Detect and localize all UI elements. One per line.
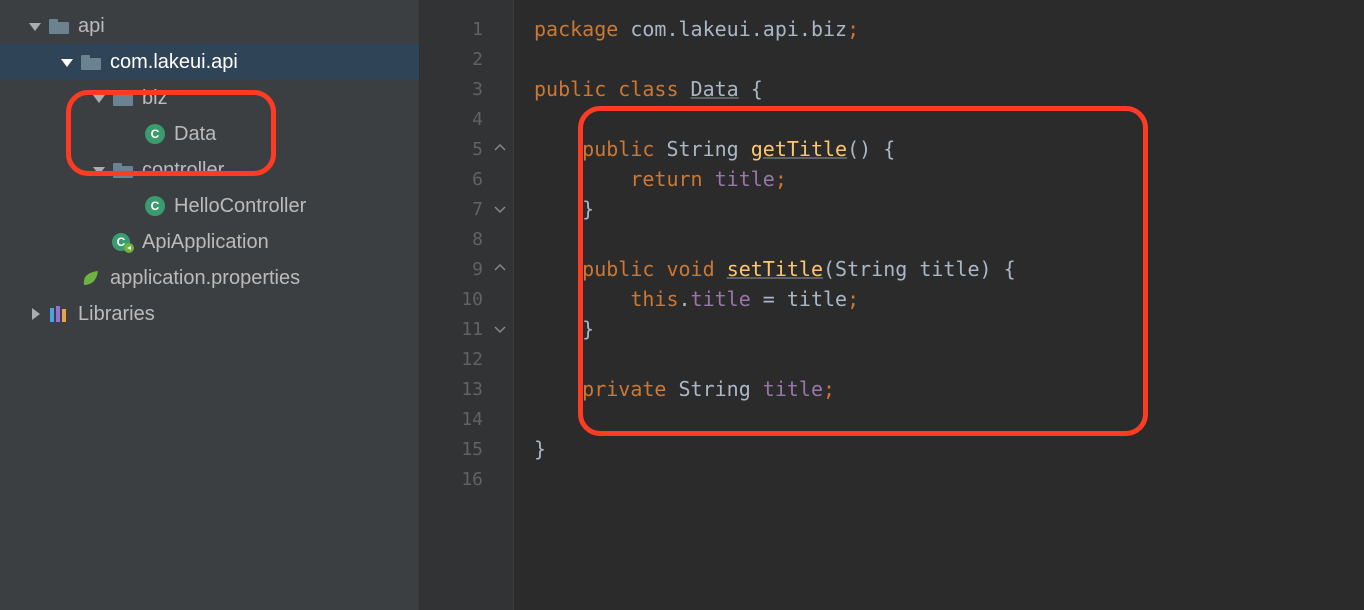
code-line: private String title;: [534, 374, 1364, 404]
tree-libraries[interactable]: Libraries: [0, 296, 419, 332]
line-number: 7: [472, 199, 483, 220]
svg-text:C: C: [151, 199, 160, 213]
code-line: [534, 44, 1364, 74]
chevron-down-icon: [92, 163, 106, 177]
code-line: [534, 344, 1364, 374]
tree-label: ApiApplication: [142, 231, 269, 254]
spacer: [60, 271, 74, 285]
line-number: 11: [461, 319, 483, 340]
tree-label: Libraries: [78, 303, 155, 326]
tree-label: application.properties: [110, 267, 300, 290]
line-number: 1: [472, 19, 483, 40]
code-area[interactable]: package com.lakeui.api.biz; public class…: [514, 0, 1364, 610]
tree-class-data[interactable]: C Data: [0, 116, 419, 152]
tree-package-controller[interactable]: controller: [0, 152, 419, 188]
svg-text:C: C: [151, 127, 160, 141]
code-line: }: [534, 434, 1364, 464]
line-number: 16: [461, 469, 483, 490]
chevron-down-icon: [60, 55, 74, 69]
code-line: public void setTitle(String title) {: [534, 254, 1364, 284]
spring-boot-icon: C: [112, 231, 134, 253]
folder-icon: [80, 51, 102, 73]
code-line: return title;: [534, 164, 1364, 194]
line-number: 5: [472, 139, 483, 160]
tree-label: com.lakeui.api: [110, 51, 238, 74]
fold-end-icon[interactable]: [493, 202, 507, 216]
line-number: 2: [472, 49, 483, 70]
folder-icon: [112, 159, 134, 181]
tree-label: biz: [142, 87, 168, 110]
line-number: 9: [472, 259, 483, 280]
tree-label: Data: [174, 123, 216, 146]
class-icon: C: [144, 123, 166, 145]
editor-gutter: 1 2 3 4 5 6 7 8 9 10 11 12 13 14 15 16: [420, 0, 514, 610]
line-number: 3: [472, 79, 483, 100]
chevron-down-icon: [28, 19, 42, 33]
tree-package-com-lakeui-api[interactable]: com.lakeui.api: [0, 44, 419, 80]
spacer: [124, 127, 138, 141]
spring-leaf-icon: [80, 267, 102, 289]
line-number: 8: [472, 229, 483, 250]
line-number: 14: [461, 409, 483, 430]
code-line: [534, 464, 1364, 494]
line-number: 12: [461, 349, 483, 370]
code-line: this.title = title;: [534, 284, 1364, 314]
code-line: }: [534, 194, 1364, 224]
tree-class-hellocontroller[interactable]: C HelloController: [0, 188, 419, 224]
tree-label: api: [78, 15, 105, 38]
libraries-icon: [48, 303, 70, 325]
line-number: 13: [461, 379, 483, 400]
code-line: }: [534, 314, 1364, 344]
tree-label: HelloController: [174, 195, 306, 218]
line-number: 6: [472, 169, 483, 190]
fold-end-icon[interactable]: [493, 322, 507, 336]
code-editor[interactable]: 1 2 3 4 5 6 7 8 9 10 11 12 13 14 15 16: [420, 0, 1364, 610]
code-line: public class Data {: [534, 74, 1364, 104]
tree-package-biz[interactable]: biz: [0, 80, 419, 116]
tree-folder-api[interactable]: api: [0, 8, 419, 44]
code-line: [534, 224, 1364, 254]
code-line: public String getTitle() {: [534, 134, 1364, 164]
spacer: [92, 235, 106, 249]
project-tree[interactable]: api com.lakeui.api biz C Dat: [0, 0, 420, 610]
chevron-right-icon: [28, 307, 42, 321]
spacer: [124, 199, 138, 213]
line-number: 4: [472, 109, 483, 130]
fold-start-icon[interactable]: [493, 142, 507, 156]
folder-icon: [48, 15, 70, 37]
code-line: package com.lakeui.api.biz;: [534, 14, 1364, 44]
fold-start-icon[interactable]: [493, 262, 507, 276]
tree-label: controller: [142, 159, 224, 182]
line-number: 10: [461, 289, 483, 310]
class-icon: C: [144, 195, 166, 217]
chevron-down-icon: [92, 91, 106, 105]
folder-icon: [112, 87, 134, 109]
code-line: [534, 104, 1364, 134]
code-line: [534, 404, 1364, 434]
line-number: 15: [461, 439, 483, 460]
tree-file-application-properties[interactable]: application.properties: [0, 260, 419, 296]
tree-class-apiapplication[interactable]: C ApiApplication: [0, 224, 419, 260]
